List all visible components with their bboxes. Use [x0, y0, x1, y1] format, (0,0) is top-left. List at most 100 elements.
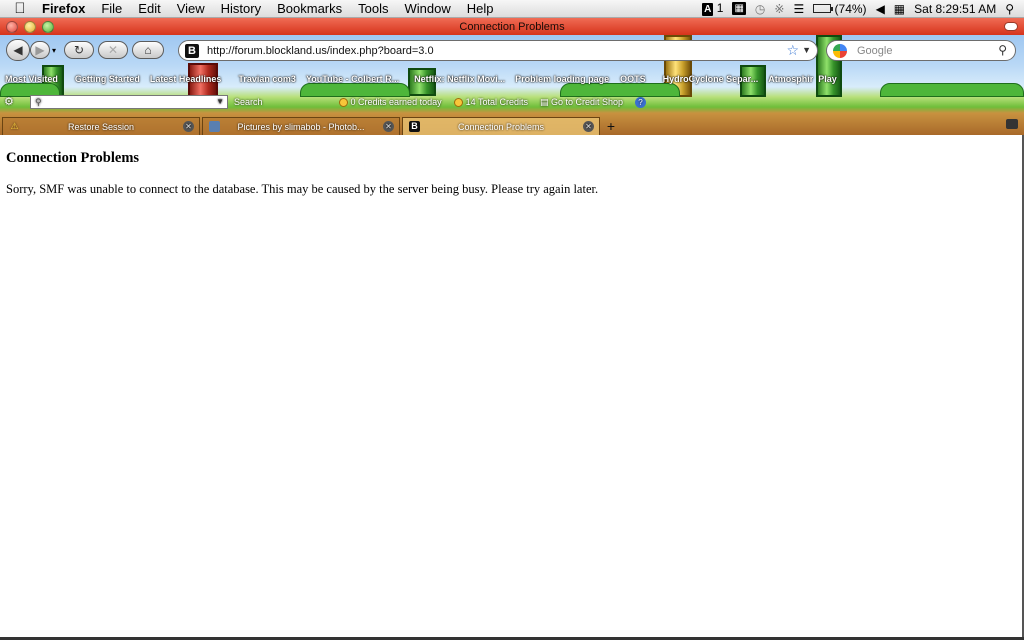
coin-stack-icon [453, 98, 463, 108]
tab-label: Connection Problems [457, 121, 545, 132]
bookmark-netflix[interactable]: Netflix: Netflix Movi... [404, 74, 510, 84]
status-tray: A 1 ▦ ◷ ※ ☰ (74%) ◀ ▦ Sat 8:29:51 AM ⚲ [702, 1, 1024, 16]
bookmark-hydrocyclone[interactable]: HydroCyclone Separ... [651, 74, 764, 84]
window-controls [6, 21, 54, 33]
tab-close-icon[interactable]: ✕ [583, 121, 594, 132]
menu-bookmarks[interactable]: Bookmarks [269, 1, 350, 16]
coin-icon [338, 98, 348, 108]
app-tray-icon[interactable]: ▦ [732, 2, 746, 15]
time-machine-icon[interactable]: ◷ [755, 2, 765, 16]
menu-edit[interactable]: Edit [130, 1, 168, 16]
menu-file[interactable]: File [93, 1, 130, 16]
menu-tools[interactable]: Tools [350, 1, 396, 16]
bookmark-most-visited[interactable]: Most Visited [0, 74, 63, 84]
apple-menu-icon[interactable]:  [0, 0, 40, 17]
tab-pictures[interactable]: Pictures by slimabob - Photob... ✕ [202, 117, 400, 135]
site-favicon-icon: B [185, 43, 199, 58]
close-window-icon[interactable] [6, 21, 18, 33]
tab-close-icon[interactable]: ✕ [383, 121, 394, 132]
minimize-window-icon[interactable] [24, 21, 36, 33]
adobe-icon: A [702, 3, 714, 16]
search-icon[interactable]: ⚲ [998, 43, 1007, 57]
addon-credit-shop[interactable]: ▤ Go to Credit Shop [534, 97, 629, 108]
bookmark-problem-loading[interactable]: Problem loading page [510, 74, 614, 84]
battery-icon [813, 3, 834, 13]
tab-label: Restore Session [67, 121, 135, 132]
error-message: Sorry, SMF was unable to connect to the … [6, 182, 599, 196]
app-menu[interactable]: Firefox [40, 1, 93, 16]
site-favicon-icon: B [409, 121, 420, 132]
forward-arrow-icon: ▶ [35, 43, 45, 57]
photobucket-icon [209, 121, 220, 132]
addon-credits-today[interactable]: 0 Credits earned today [269, 96, 448, 108]
home-icon: ⌂ [144, 43, 152, 57]
list-all-tabs-icon[interactable] [1006, 119, 1018, 129]
bookmark-latest-headlines[interactable]: Latest Headlines [145, 74, 227, 84]
menu-view[interactable]: View [169, 1, 213, 16]
bookmark-youtube[interactable]: YouTube - Colbert R... [301, 74, 404, 84]
search-placeholder: Google [857, 44, 893, 57]
addon-search-magnifier-icon: ⚲ [35, 97, 42, 107]
url-bar[interactable]: B http://forum.blockland.us/index.php?bo… [178, 40, 818, 61]
spotlight-icon[interactable]: ⚲ [1005, 2, 1014, 16]
bluetooth-icon[interactable]: ※ [774, 2, 784, 16]
bookmark-atmosphir[interactable]: Atmosphir [763, 74, 818, 84]
addon-settings-icon[interactable]: ⚙ [4, 95, 14, 108]
adobe-tray[interactable]: A 1 [702, 1, 723, 16]
macos-menu-bar:  Firefox File Edit View History Bookmar… [0, 0, 1024, 18]
menu-window[interactable]: Window [397, 1, 459, 16]
addon-search-button[interactable]: Search [228, 97, 269, 107]
search-bar[interactable]: Google ⚲ [826, 40, 1016, 61]
total-credits-label: 14 Total Credits [465, 96, 528, 107]
back-button[interactable]: ◀ [6, 39, 30, 61]
addon-search-input[interactable]: ⚲ ▼ [30, 95, 228, 109]
battery-percent: (74%) [834, 1, 867, 16]
zoom-window-icon[interactable] [42, 21, 54, 33]
google-engine-icon[interactable] [833, 43, 847, 58]
tab-close-icon[interactable]: ✕ [183, 121, 194, 132]
bookmark-getting-started[interactable]: Getting Started [63, 74, 145, 84]
bookmarks-toolbar: Most Visited Getting Started Latest Head… [0, 71, 1024, 87]
tab-restore-session[interactable]: ⚠ Restore Session ✕ [2, 117, 200, 135]
navigation-toolbar: ◀ ▶ ▾ ↻ ✕ ⌂ B http://forum.blockland.us/… [0, 35, 1024, 65]
home-button[interactable]: ⌂ [132, 41, 164, 59]
plus-icon: + [606, 118, 616, 134]
credit-shop-label: Go to Credit Shop [550, 96, 624, 107]
menu-clock[interactable]: Sat 8:29:51 AM [914, 2, 996, 16]
battery-status[interactable]: (74%) [813, 1, 867, 16]
forward-button[interactable]: ▶ [30, 41, 50, 59]
addon-total-credits[interactable]: 14 Total Credits [448, 96, 534, 108]
bookmark-oots[interactable]: OOTS [614, 74, 651, 84]
window-title: Connection Problems [459, 20, 565, 33]
bookmark-play[interactable]: Play [818, 74, 842, 84]
browser-chrome: ◀ ▶ ▾ ↻ ✕ ⌂ B http://forum.blockland.us/… [0, 35, 1024, 135]
adobe-count: 1 [716, 1, 724, 15]
tab-connection-problems[interactable]: B Connection Problems ✕ [402, 117, 600, 135]
addon-search-dropdown-icon[interactable]: ▼ [216, 96, 224, 108]
volume-icon[interactable]: ◀ [876, 2, 885, 16]
reload-icon: ↻ [73, 43, 85, 57]
menu-help[interactable]: Help [459, 1, 502, 16]
page-heading: Connection Problems [6, 150, 140, 166]
back-arrow-icon: ◀ [13, 43, 23, 57]
url-text: http://forum.blockland.us/index.php?boar… [207, 44, 434, 57]
stop-button[interactable]: ✕ [98, 41, 128, 59]
calendar-icon[interactable]: ▦ [894, 2, 905, 16]
bookmark-star-icon[interactable]: ☆ [786, 42, 799, 59]
window-title-bar: Connection Problems [0, 18, 1024, 35]
page-content: Connection Problems Sorry, SMF was unabl… [0, 135, 1024, 640]
menu-history[interactable]: History [213, 1, 269, 16]
stop-icon: ✕ [107, 43, 119, 57]
history-dropdown-icon[interactable]: ▾ [52, 46, 56, 55]
addon-toolbar: ⚙ ⚲ ▼ Search 0 Credits earned today 14 T… [0, 93, 1024, 111]
credits-today-label: 0 Credits earned today [350, 96, 442, 107]
new-tab-button[interactable]: + [602, 117, 620, 135]
addon-help-button[interactable]: ? [629, 96, 652, 108]
warning-icon: ⚠ [10, 121, 19, 131]
reload-button[interactable]: ↻ [64, 41, 94, 59]
url-dropdown-icon[interactable]: ▼ [802, 45, 811, 55]
help-icon: ? [635, 96, 647, 108]
toolbar-toggle-button[interactable] [1004, 22, 1018, 31]
bookmark-travian[interactable]: Travian com3 [226, 74, 301, 84]
wifi-icon[interactable]: ☰ [793, 2, 804, 16]
